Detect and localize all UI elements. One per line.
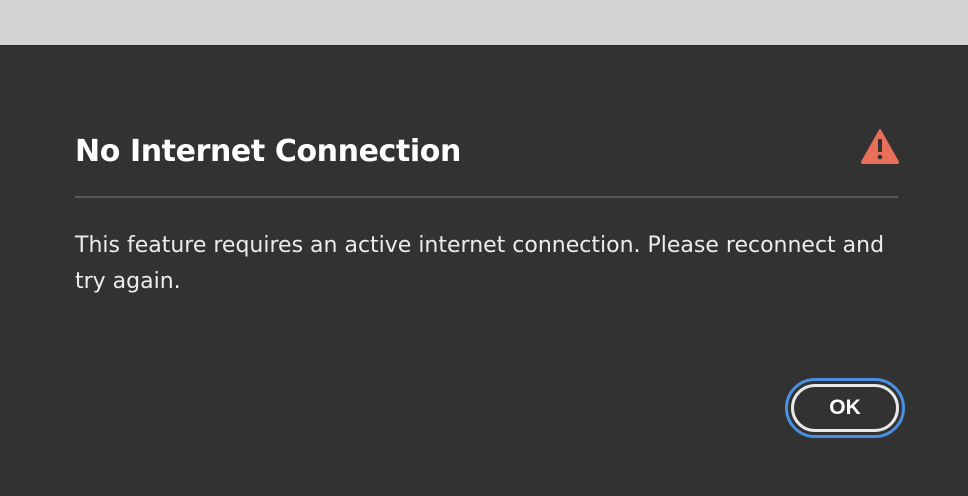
dialog-title: No Internet Connection [75,134,461,169]
dialog-message: This feature requires an active internet… [75,233,885,294]
window-top-strip [0,0,968,46]
ok-button-label: OK [791,384,899,432]
alert-dialog: No Internet Connection This feature requ… [0,46,968,496]
warning-icon [861,129,899,164]
ok-button[interactable]: OK [785,378,905,438]
dialog-divider [75,196,898,198]
